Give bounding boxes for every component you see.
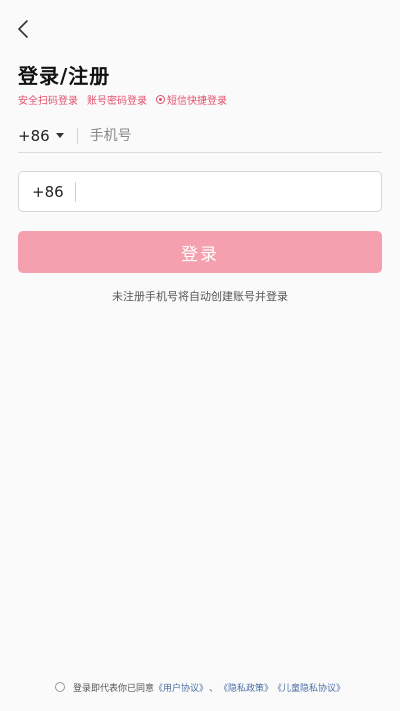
mode-password-login[interactable]: 账号密码登录: [87, 92, 147, 107]
agreement-separator: 、: [208, 683, 218, 694]
agreement-row: 登录即代表你已同意 《用户协议》 、 《隐私政策》 《儿童隐私协议》: [0, 679, 400, 695]
login-page: 登录/注册 安全扫码登录 账号密码登录 短信快捷登录 +86 +86 登录 未注…: [0, 0, 400, 711]
divider: [74, 181, 76, 202]
caret-down-icon: [55, 133, 64, 138]
privacy-policy-link[interactable]: 《隐私政策》: [219, 681, 273, 694]
phone-number-row: +86: [18, 119, 382, 153]
back-button[interactable]: [14, 16, 36, 42]
login-button[interactable]: 登录: [18, 231, 382, 273]
agreement-checkbox[interactable]: [54, 682, 65, 692]
phone-box-input[interactable]: +86: [18, 171, 382, 212]
mode-sms-login[interactable]: 短信快捷登录: [156, 92, 227, 107]
page-title: 登录/注册: [18, 64, 111, 88]
agreement-prefix: 登录即代表你已同意: [72, 683, 154, 694]
box-country-code: +86: [32, 182, 64, 201]
divider: [76, 127, 78, 144]
radio-dot-icon: [156, 94, 165, 104]
mode-sms-login-label: 短信快捷登录: [167, 95, 227, 107]
chevron-left-icon: [18, 20, 28, 38]
user-agreement-link[interactable]: 《用户协议》: [154, 681, 208, 694]
country-code-select[interactable]: +86: [18, 119, 64, 152]
children-privacy-link[interactable]: 《儿童隐私协议》: [273, 681, 345, 694]
login-mode-switcher: 安全扫码登录 账号密码登录 短信快捷登录: [18, 92, 227, 107]
auto-register-hint: 未注册手机号将自动创建账号并登录: [112, 290, 288, 303]
mode-qr-login[interactable]: 安全扫码登录: [18, 92, 78, 107]
country-code-value: +86: [18, 126, 50, 145]
box-phone-field[interactable]: [83, 172, 381, 211]
phone-number-input[interactable]: [89, 119, 382, 152]
